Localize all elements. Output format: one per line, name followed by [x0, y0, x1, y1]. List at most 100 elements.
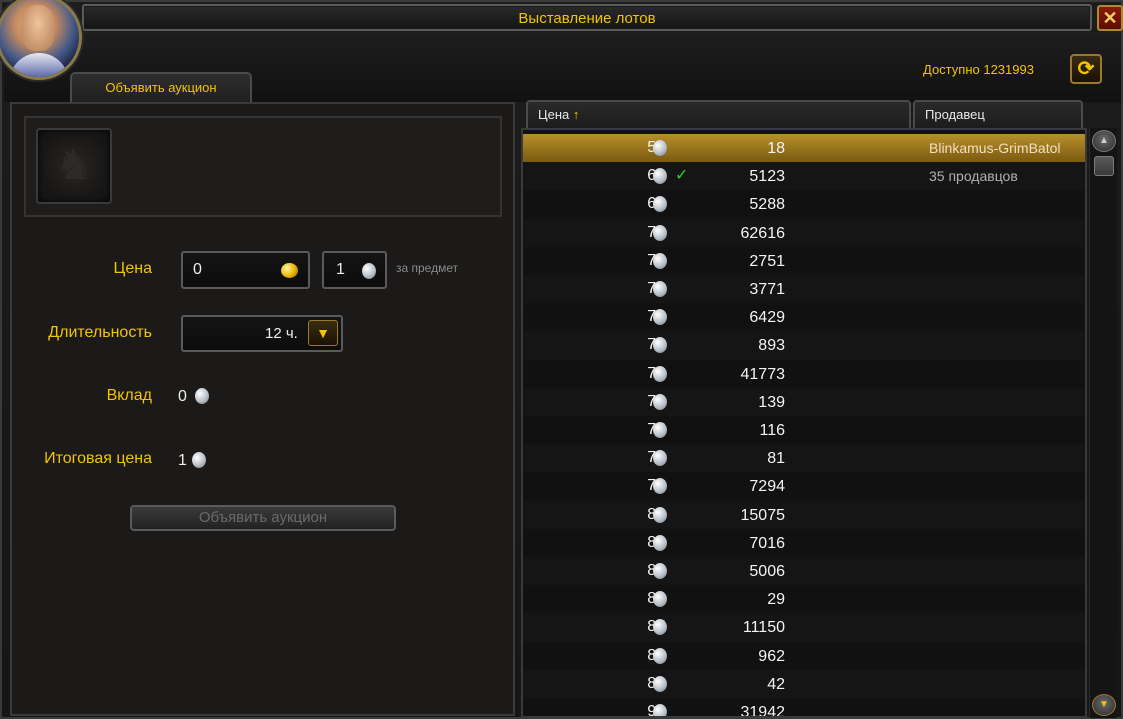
auction-window: Выставление лотов ✕ Доступно 1231993 ⟳ О…: [0, 0, 1123, 719]
row-quantity: 5288: [749, 196, 785, 214]
price-gold-value: 0: [193, 261, 202, 278]
tab-label: Объявить аукцион: [105, 80, 217, 95]
row-quantity: 5006: [749, 563, 785, 580]
list-item[interactable]: 817016: [523, 529, 1085, 557]
row-quantity: 6429: [749, 309, 785, 327]
list-item[interactable]: 9031942: [523, 698, 1085, 718]
close-button[interactable]: ✕: [1097, 5, 1123, 31]
deposit-label: Вклад: [106, 387, 152, 404]
silver-coin-icon: [653, 224, 667, 241]
list-item[interactable]: 7881: [523, 444, 1085, 473]
silver-coin-icon: [195, 388, 209, 404]
auction-list: 5518Blinkamus-GrimBatol68✓512335 продавц…: [521, 128, 1087, 718]
row-quantity: 7016: [749, 534, 785, 552]
title-bar: Выставление лотов: [82, 4, 1092, 31]
row-quantity: 893: [758, 337, 785, 355]
scroll-thumb[interactable]: [1094, 156, 1114, 176]
total-value: 1: [178, 452, 187, 469]
silver-coin-icon: [653, 252, 667, 269]
row-quantity: 139: [758, 393, 785, 411]
refresh-button[interactable]: ⟳: [1070, 54, 1102, 84]
lion-head-icon: ♞: [44, 136, 104, 196]
silver-coin-icon: [653, 140, 667, 156]
duration-label: Длительность: [48, 324, 152, 341]
per-item-label: за предмет: [396, 261, 459, 275]
list-item[interactable]: 74893: [523, 331, 1085, 360]
row-quantity: 42: [767, 675, 785, 693]
tab-post-auction[interactable]: Объявить аукцион: [70, 72, 252, 102]
row-quantity: 2751: [749, 252, 785, 270]
duration-value: 12 ч.: [265, 325, 298, 342]
list-item[interactable]: 7062616: [523, 218, 1085, 247]
price-silver-input[interactable]: 1: [322, 251, 387, 289]
checkmark-icon: ✓: [675, 167, 689, 185]
list-item[interactable]: 835006: [523, 557, 1085, 586]
silver-coin-icon: [653, 422, 667, 438]
post-auction-button[interactable]: Объявить аукцион: [130, 505, 396, 531]
list-item[interactable]: 712751: [523, 247, 1085, 275]
total-label: Итоговая цена: [44, 450, 152, 467]
list-item[interactable]: 8015075: [523, 500, 1085, 529]
row-quantity: 3771: [749, 281, 785, 298]
list-item[interactable]: 797294: [523, 472, 1085, 500]
list-item[interactable]: 8529: [523, 585, 1085, 613]
row-quantity: 962: [758, 647, 785, 665]
price-gold-input[interactable]: 0: [181, 251, 310, 289]
column-price-label: Цена: [538, 107, 570, 122]
silver-coin-icon: [653, 393, 667, 410]
silver-coin-icon: [653, 675, 667, 692]
list-item[interactable]: 88962: [523, 642, 1085, 670]
row-seller: 35 продавцов: [929, 168, 1018, 185]
row-quantity: 116: [759, 422, 785, 439]
list-item[interactable]: 723771: [523, 275, 1085, 304]
portrait-head: [21, 5, 55, 51]
column-header-price[interactable]: Цена ↑: [526, 100, 911, 128]
list-item[interactable]: 5518Blinkamus-GrimBatol: [523, 134, 1085, 163]
portrait-shirt: [9, 53, 69, 77]
list-item[interactable]: 7541773: [523, 360, 1085, 388]
scrollbar[interactable]: ▲ ▼: [1089, 128, 1117, 718]
list-item[interactable]: 77116: [523, 416, 1085, 444]
sort-up-icon: ↑: [572, 107, 580, 122]
list-item[interactable]: 8942: [523, 669, 1085, 698]
silver-coin-icon: [653, 647, 667, 664]
row-seller: Blinkamus-GrimBatol: [929, 140, 1061, 156]
silver-coin-icon: [362, 263, 376, 279]
list-item[interactable]: 695288: [523, 190, 1085, 218]
row-quantity: 62616: [740, 224, 786, 242]
list-item[interactable]: 736429: [523, 303, 1085, 331]
silver-coin-icon: [653, 281, 667, 297]
silver-coin-icon: [653, 704, 667, 716]
deposit-value: 0: [178, 388, 187, 405]
scroll-up-button[interactable]: ▲: [1092, 130, 1116, 152]
item-slot[interactable]: ♞: [36, 128, 112, 204]
row-quantity: 18: [767, 140, 785, 157]
price-label: Цена: [113, 260, 152, 277]
silver-coin-icon: [653, 534, 667, 551]
gold-coin-icon: [281, 263, 298, 278]
row-quantity: 81: [767, 450, 785, 468]
silver-coin-icon: [653, 563, 667, 579]
row-quantity: 5123: [749, 168, 785, 186]
scroll-down-button[interactable]: ▼: [1092, 694, 1116, 716]
window-title: Выставление лотов: [518, 10, 656, 27]
chevron-down-icon[interactable]: ▼: [308, 320, 338, 346]
available-count: Доступно 1231993: [923, 62, 1034, 77]
row-quantity: 15075: [740, 506, 786, 524]
refresh-icon: ⟳: [1077, 58, 1095, 80]
row-quantity: 31942: [740, 704, 786, 718]
row-quantity: 11150: [742, 619, 785, 637]
column-seller-label: Продавец: [925, 107, 985, 122]
list-item[interactable]: 76139: [523, 387, 1085, 416]
list-item[interactable]: 68✓512335 продавцов: [523, 162, 1085, 191]
duration-dropdown[interactable]: 12 ч. ▼: [181, 315, 343, 352]
row-quantity: 7294: [749, 478, 785, 496]
silver-coin-icon: [653, 365, 667, 382]
silver-coin-icon: [653, 506, 667, 523]
row-quantity: 29: [767, 591, 785, 609]
price-silver-value: 1: [336, 261, 345, 278]
silver-coin-icon: [192, 452, 206, 468]
row-quantity: 41773: [740, 365, 786, 383]
list-item[interactable]: 8711150: [523, 613, 1085, 642]
column-header-seller[interactable]: Продавец: [913, 100, 1083, 128]
